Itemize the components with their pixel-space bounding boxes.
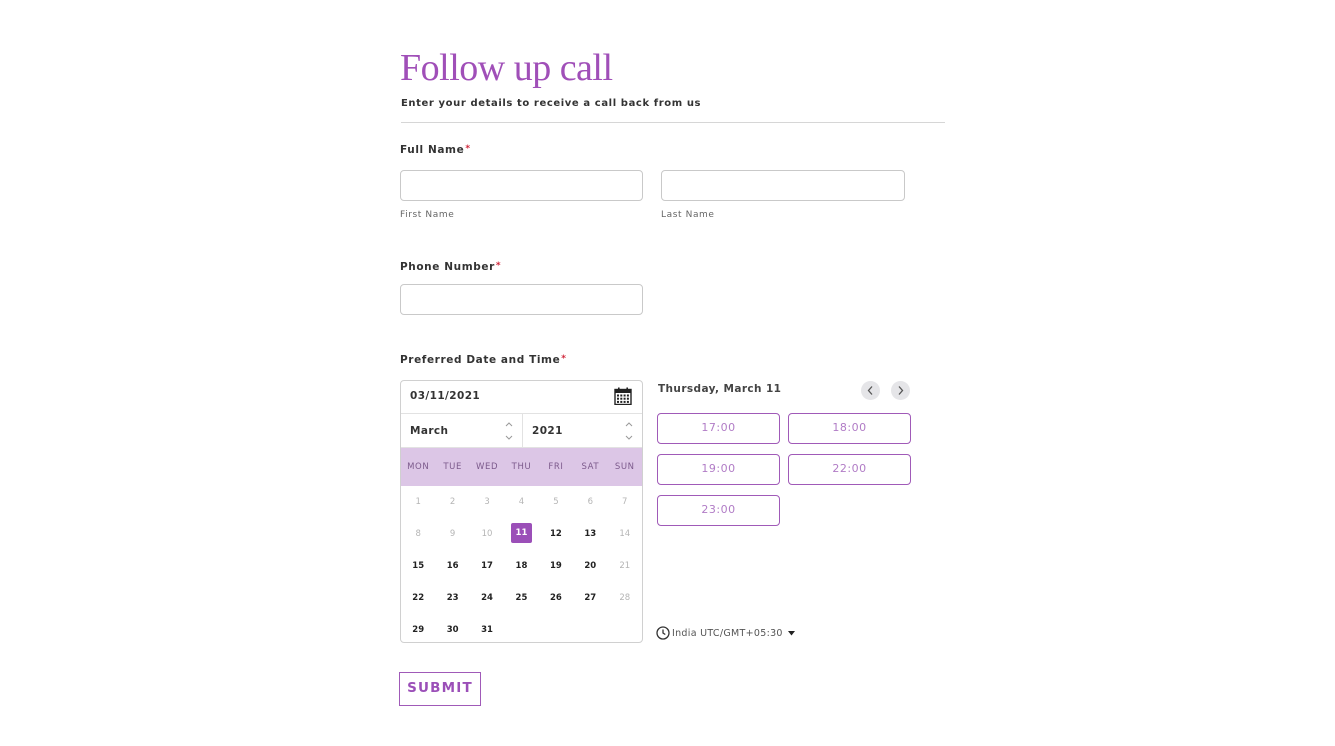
calendar-day-disabled: 5 — [553, 497, 559, 507]
calendar-day[interactable]: 26 — [539, 582, 573, 614]
month-stepper-icon[interactable] — [504, 420, 514, 442]
time-slot-button[interactable]: 19:00 — [657, 454, 780, 485]
first-name-input[interactable] — [400, 170, 643, 201]
first-name-sublabel: First Name — [400, 210, 455, 220]
calendar-day[interactable]: 22 — [401, 582, 435, 614]
calendar-day-disabled: 9 — [449, 529, 456, 539]
calendar-day[interactable]: 25 — [504, 582, 538, 614]
weekday-label: SUN — [614, 462, 635, 472]
calendar-week-row: 22 23 24 25 26 27 28 — [401, 582, 642, 614]
submit-button[interactable]: SUBMIT — [399, 672, 481, 706]
calendar-day[interactable]: 31 — [470, 614, 504, 642]
weekday-header: MON TUE WED THU FRI SAT SUN — [401, 448, 642, 486]
chevron-left-icon — [867, 386, 873, 395]
calendar-week-row: 8 9 10 11 12 13 14 — [401, 518, 642, 550]
selected-date-heading: Thursday, March 11 — [658, 383, 782, 395]
caret-down-icon — [787, 631, 795, 636]
calendar-day[interactable]: 23 — [435, 582, 469, 614]
datetime-label-text: Preferred Date and Time — [400, 354, 561, 366]
calendar-day[interactable]: 15 — [401, 550, 435, 582]
date-input-value: 03/11/2021 — [410, 390, 481, 402]
weekday-label: TUE — [443, 462, 462, 472]
time-slot-button[interactable]: 23:00 — [657, 495, 780, 526]
year-select-value: 2021 — [532, 425, 563, 437]
calendar-day-empty — [608, 614, 642, 642]
calendar-day[interactable]: 18 — [504, 550, 538, 582]
year-stepper-icon[interactable] — [624, 420, 634, 442]
calendar-day[interactable]: 16 — [435, 550, 469, 582]
time-slot-button[interactable]: 18:00 — [788, 413, 911, 444]
required-mark: * — [495, 261, 502, 271]
calendar-week-row: 1 2 3 4 5 6 7 — [401, 486, 642, 518]
page-subtitle: Enter your details to receive a call bac… — [401, 98, 702, 109]
calendar-week-row: 15 16 17 18 19 20 21 — [401, 550, 642, 582]
header-divider — [401, 122, 945, 123]
month-year-selectors: March 2021 — [401, 414, 642, 448]
calendar-day-disabled: 21 — [619, 561, 631, 571]
calendar-day[interactable]: 12 — [539, 518, 573, 550]
calendar-day[interactable]: 13 — [573, 518, 607, 550]
calendar-day-empty — [573, 614, 607, 642]
calendar-day[interactable]: 20 — [573, 550, 607, 582]
weekday-label: SAT — [581, 462, 600, 472]
required-mark: * — [465, 144, 471, 154]
calendar-day-disabled: 28 — [619, 593, 631, 603]
calendar-week-row: 29 30 31 — [401, 614, 642, 642]
calendar-day-disabled: 3 — [484, 497, 490, 507]
timezone-label: India UTC/GMT+05:30 — [672, 627, 783, 639]
month-select-value: March — [410, 425, 449, 437]
weekday-label: FRI — [548, 462, 564, 472]
next-day-button[interactable] — [891, 381, 910, 400]
calendar-day-disabled: 8 — [415, 529, 421, 539]
calendar-day[interactable]: 19 — [539, 550, 573, 582]
weekday-label: MON — [407, 462, 430, 472]
time-slot-button[interactable]: 22:00 — [788, 454, 911, 485]
phone-label: Phone Number* — [400, 261, 501, 273]
calendar-day[interactable]: 24 — [470, 582, 504, 614]
time-slot-button[interactable]: 17:00 — [657, 413, 780, 444]
year-select[interactable]: 2021 — [523, 414, 642, 447]
calendar-day-selected[interactable]: 11 — [504, 518, 538, 550]
calendar-icon[interactable] — [614, 387, 632, 405]
prev-day-button[interactable] — [861, 381, 880, 400]
calendar-day-disabled: 7 — [622, 497, 628, 507]
calendar-day[interactable]: 27 — [573, 582, 607, 614]
page-title: Follow up call — [400, 47, 613, 89]
calendar-day-disabled: 14 — [619, 529, 631, 539]
calendar-day-selected-label: 11 — [510, 522, 532, 543]
phone-label-text: Phone Number — [400, 261, 495, 273]
calendar-day-disabled: 4 — [518, 497, 525, 507]
calendar-day-grid: 1 2 3 4 5 6 7 8 9 10 11 12 13 14 15 16 17 18 19 20 21 22 23 24 2… — [401, 486, 642, 642]
calendar-day-disabled: 1 — [415, 497, 421, 507]
calendar-day-disabled: 6 — [587, 497, 594, 507]
last-name-sublabel: Last Name — [661, 210, 715, 220]
weekday-label: WED — [475, 462, 499, 472]
datetime-label: Preferred Date and Time* — [400, 354, 567, 366]
calendar-day[interactable]: 17 — [470, 550, 504, 582]
calendar-day-empty — [504, 614, 538, 642]
chevron-right-icon — [898, 386, 904, 395]
calendar-day-disabled: 10 — [481, 529, 493, 539]
date-input[interactable]: 03/11/2021 — [401, 381, 642, 414]
phone-input[interactable] — [400, 284, 643, 315]
weekday-label: THU — [511, 462, 532, 472]
calendar-day-empty — [539, 614, 573, 642]
month-select[interactable]: March — [401, 414, 523, 447]
calendar-day[interactable]: 29 — [401, 614, 435, 642]
calendar-day[interactable]: 30 — [435, 614, 469, 642]
calendar-day-disabled: 2 — [449, 497, 456, 507]
required-mark: * — [561, 354, 567, 364]
last-name-input[interactable] — [661, 170, 905, 201]
full-name-label-text: Full Name — [400, 144, 465, 156]
clock-icon — [656, 626, 670, 640]
full-name-label: Full Name* — [400, 144, 471, 156]
date-picker: 03/11/2021 March 2021 MON TUE WED THU FR… — [400, 380, 643, 643]
timezone-selector[interactable]: India UTC/GMT+05:30 — [656, 626, 796, 640]
